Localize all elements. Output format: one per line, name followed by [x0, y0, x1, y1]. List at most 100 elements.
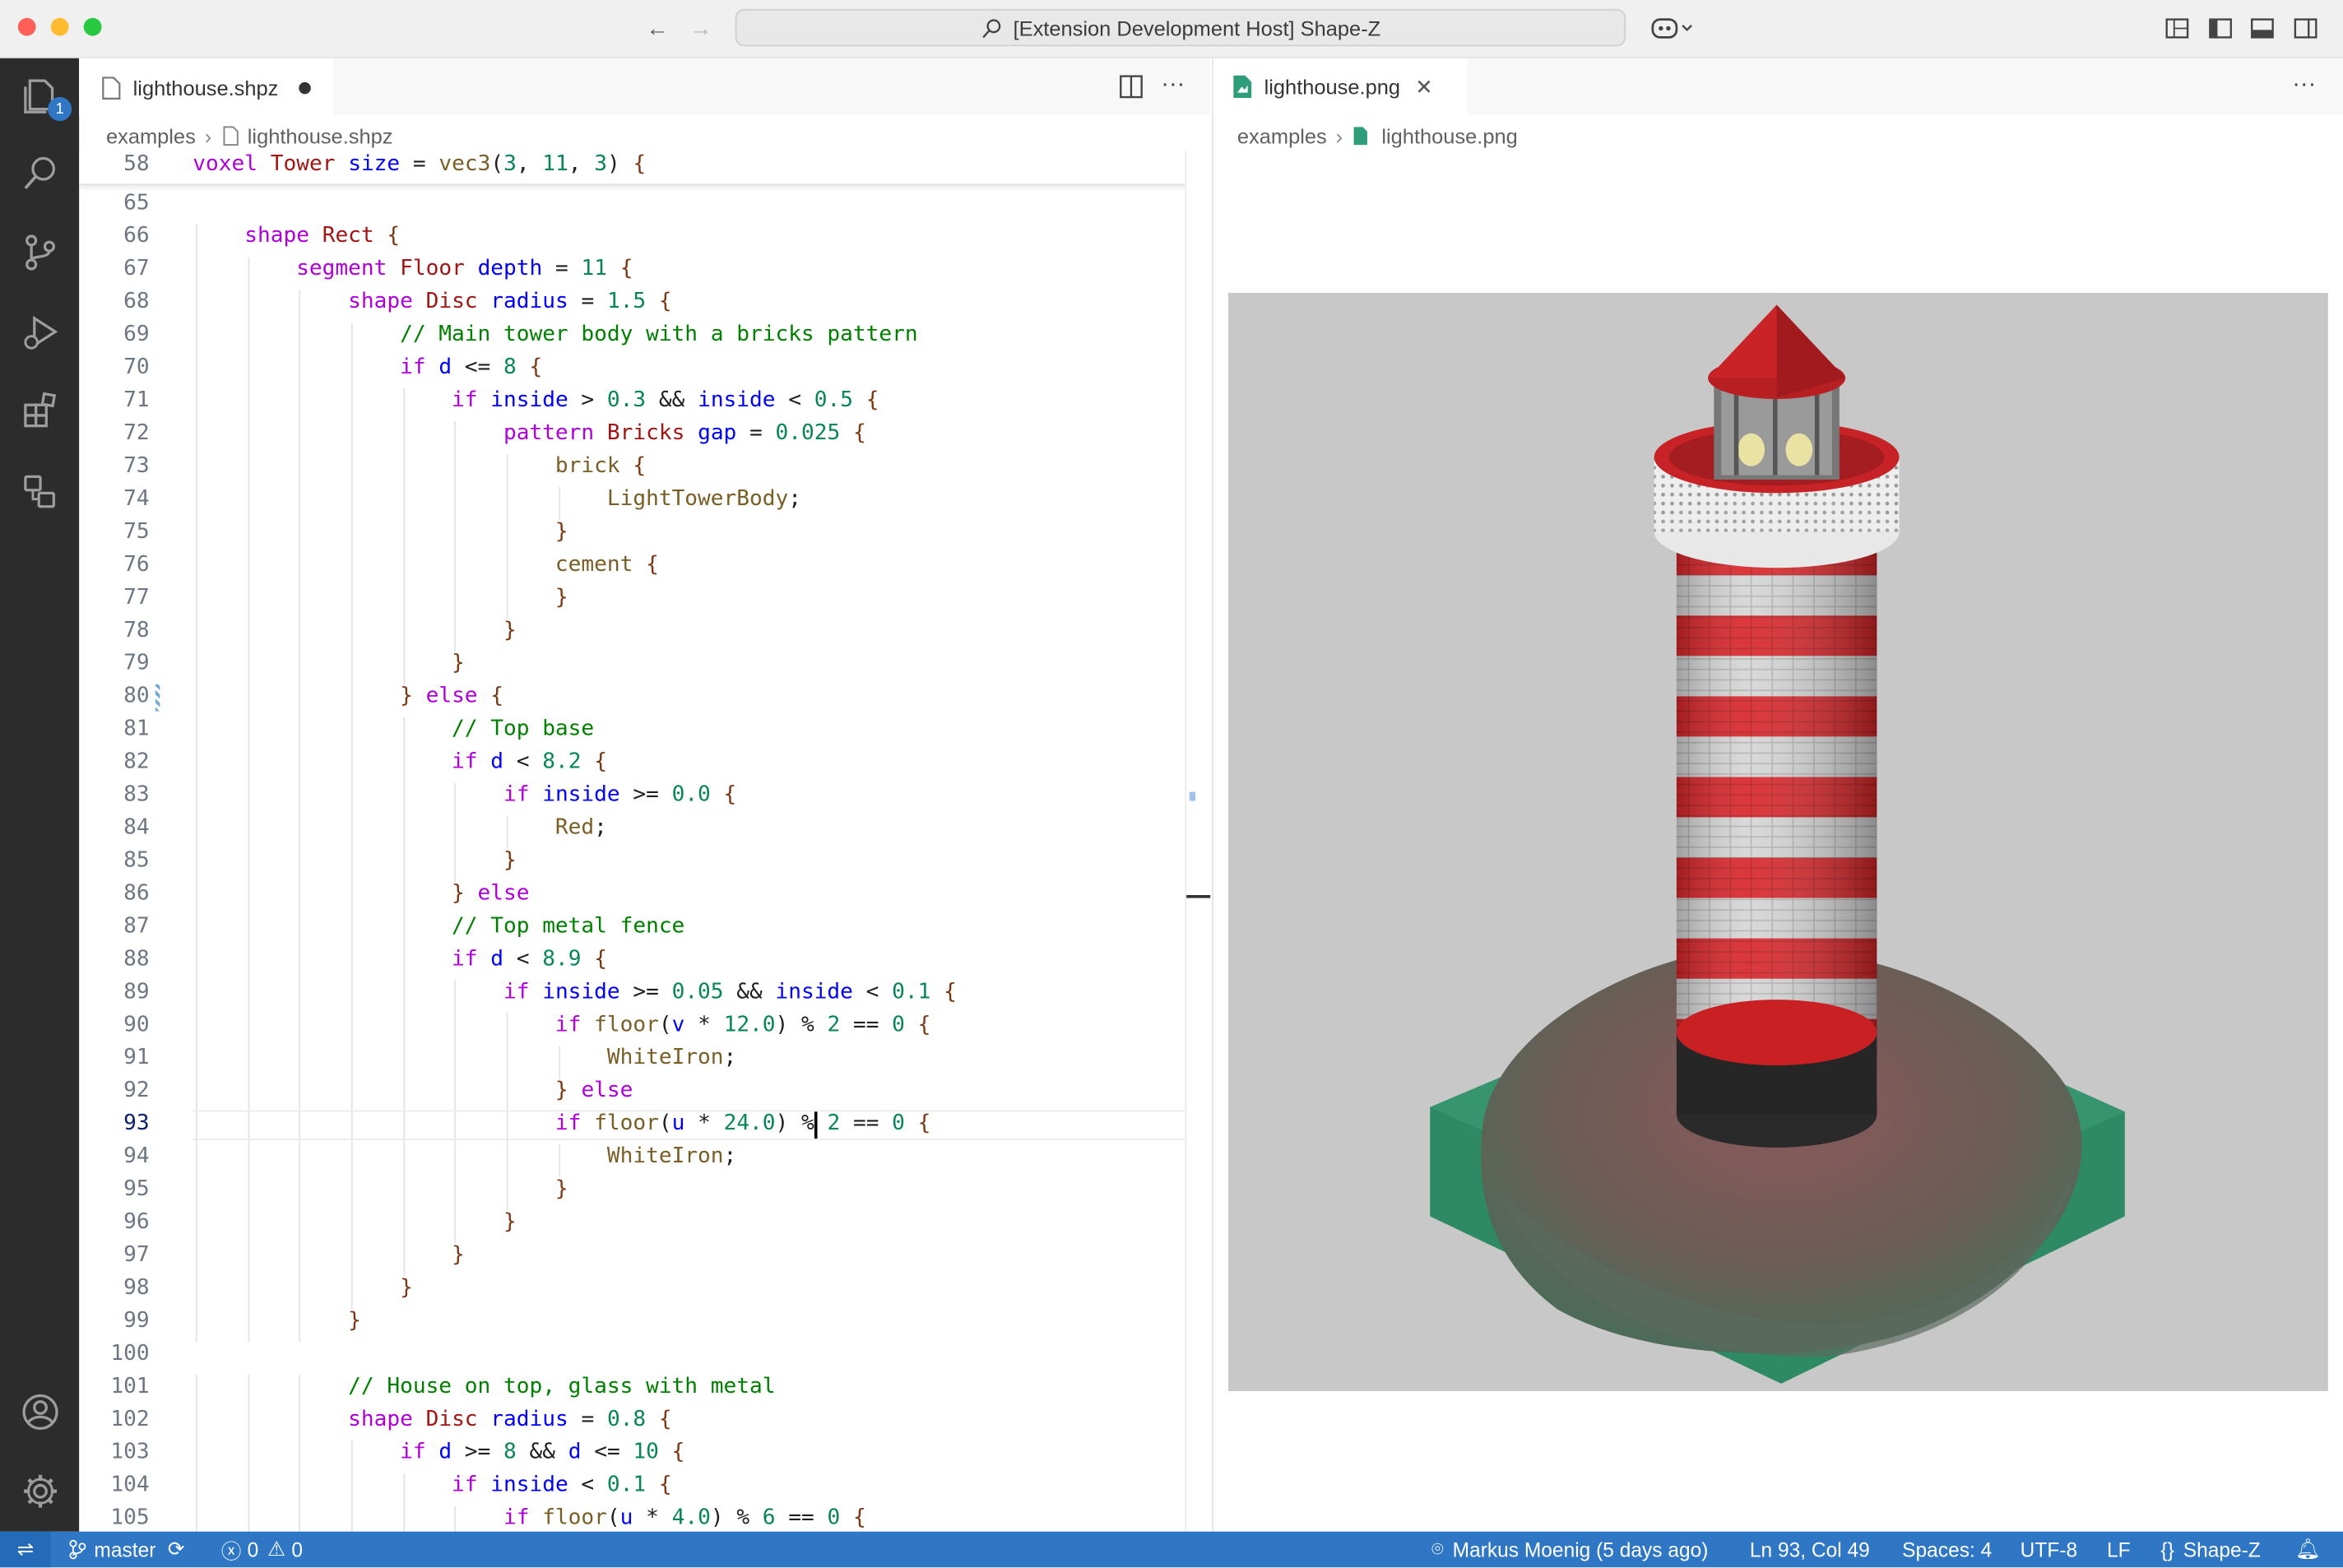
branch-name: master — [94, 1538, 156, 1561]
breadcrumb-file[interactable]: lighthouse.shpz — [248, 124, 393, 148]
tab-lighthouse-png[interactable]: lighthouse.png ✕ — [1213, 58, 1468, 115]
code-line[interactable]: LightTowerBody; — [193, 487, 801, 511]
error-count: 0 — [247, 1538, 259, 1561]
minimize-window-button[interactable] — [50, 17, 69, 36]
code-line[interactable]: cement { — [193, 553, 659, 577]
tab-lighthouse-shpz[interactable]: lighthouse.shpz — [79, 58, 334, 115]
code-line[interactable]: if inside >= 0.05 && inside < 0.1 { — [193, 981, 957, 1004]
braces-icon: {} — [2160, 1538, 2174, 1561]
toggle-panel-icon[interactable] — [2248, 13, 2277, 43]
breadcrumb-folder[interactable]: examples — [1237, 124, 1327, 148]
code-line[interactable]: } — [193, 520, 568, 544]
line-number: 77 — [123, 586, 150, 610]
line-number: 90 — [123, 1013, 150, 1037]
sync-icon[interactable]: ⟳ — [168, 1538, 185, 1561]
code-line[interactable]: if floor(u * 4.0) % 6 == 0 { — [193, 1506, 866, 1530]
code-line[interactable]: if d < 8.2 { — [193, 750, 607, 774]
breadcrumb-file[interactable]: lighthouse.png — [1381, 124, 1517, 148]
code-line[interactable]: brick { — [193, 454, 646, 478]
code-line[interactable]: } — [193, 1276, 413, 1300]
file-icon — [102, 77, 121, 100]
line-number: 93 — [123, 1111, 150, 1136]
line-number: 71 — [123, 388, 150, 413]
code-line[interactable]: } else — [193, 1079, 633, 1102]
editor-scrollbar[interactable] — [1185, 151, 1212, 1532]
more-actions-icon[interactable]: ··· — [2290, 70, 2319, 100]
close-window-button[interactable] — [17, 17, 36, 36]
code-line[interactable]: } — [193, 1177, 568, 1201]
command-center[interactable]: [Extension Development Host] Shape-Z — [735, 8, 1626, 47]
line-number: 94 — [123, 1144, 150, 1169]
back-arrow-icon[interactable]: ← — [643, 13, 672, 43]
code-line[interactable]: shape Rect { — [193, 224, 400, 248]
line-number: 75 — [123, 520, 150, 545]
close-tab-icon[interactable]: ✕ — [1415, 74, 1432, 100]
code-line[interactable]: WhiteIron; — [193, 1046, 736, 1069]
code-line[interactable]: if floor(v * 12.0) % 2 == 0 { — [193, 1013, 930, 1037]
code-line[interactable]: if inside < 0.1 { — [193, 1473, 672, 1497]
status-bar: ⇌ master ⟳ ⓧ 0 ⚠ 0 ⌾ Markus Moenig (5 da… — [0, 1531, 2343, 1568]
encoding[interactable]: UTF-8 — [2021, 1532, 2077, 1568]
copilot-icon[interactable] — [1647, 13, 1698, 43]
problems-indicator[interactable]: ⓧ 0 ⚠ 0 — [221, 1532, 303, 1568]
extensions-icon[interactable] — [18, 388, 63, 433]
code-line[interactable]: } — [193, 652, 465, 675]
dirty-diff-marker[interactable] — [155, 684, 160, 712]
code-line[interactable]: // Top base — [193, 717, 594, 741]
code-line[interactable]: if floor(u * 24.0) % 2 == 0 { — [193, 1111, 930, 1135]
code-line[interactable]: } else { — [193, 684, 503, 708]
end-of-line[interactable]: LF — [2107, 1532, 2131, 1568]
code-line[interactable]: pattern Bricks gap = 0.025 { — [193, 421, 866, 445]
run-debug-icon[interactable] — [18, 309, 63, 354]
code-line[interactable]: shape Disc radius = 1.5 { — [193, 290, 672, 313]
notifications-bell-icon[interactable]: 🔔︎ — [2295, 1532, 2321, 1568]
code-line[interactable]: Red; — [193, 816, 607, 840]
code-line[interactable]: // House on top, glass with metal — [193, 1375, 775, 1399]
maximize-window-button[interactable] — [83, 17, 102, 36]
indentation[interactable]: Spaces: 4 — [1902, 1532, 1992, 1568]
code-line[interactable]: shape Disc radius = 0.8 { — [193, 1408, 672, 1431]
code-line[interactable]: } — [193, 1309, 361, 1333]
code-line[interactable]: // Main tower body with a bricks pattern — [193, 322, 917, 346]
line-number: 96 — [123, 1210, 150, 1235]
breadcrumb-folder[interactable]: examples — [106, 124, 196, 148]
source-control-icon[interactable] — [18, 230, 63, 275]
git-blame[interactable]: ⌾ Markus Moenig (5 days ago) — [1431, 1532, 1708, 1568]
code-line[interactable]: if d >= 8 && d <= 10 { — [193, 1440, 684, 1464]
language-mode[interactable]: {} Shape-Z — [2160, 1532, 2260, 1568]
branch-indicator[interactable]: master ⟳ — [69, 1532, 185, 1568]
forward-arrow-icon[interactable]: → — [686, 13, 716, 43]
code-line[interactable]: if d <= 8 { — [193, 355, 542, 379]
toggle-secondary-sidebar-icon[interactable] — [2290, 13, 2320, 43]
code-line[interactable]: } — [193, 1243, 465, 1267]
code-line[interactable]: segment Floor depth = 11 { — [193, 257, 633, 281]
toggle-primary-sidebar-icon[interactable] — [2206, 13, 2235, 43]
customize-layout-icon[interactable] — [2162, 13, 2192, 43]
code-line[interactable]: if inside >= 0.0 { — [193, 783, 736, 807]
more-actions-icon[interactable]: ··· — [1158, 70, 1188, 100]
code-line[interactable]: } else — [193, 882, 529, 906]
code-line[interactable]: if inside > 0.3 && inside < 0.5 { — [193, 388, 879, 412]
code-editor[interactable]: 58 voxel Tower size = vec3(3, 11, 3) {65 6… — [79, 151, 1185, 1532]
code-line[interactable]: WhiteIron; — [193, 1144, 736, 1168]
accounts-icon[interactable] — [18, 1389, 63, 1434]
code-line[interactable]: } — [193, 586, 568, 610]
sticky-scroll-header[interactable]: 58 voxel Tower size = vec3(3, 11, 3) { — [79, 151, 1185, 186]
split-editor-icon[interactable] — [1116, 72, 1146, 101]
manage-gear-icon[interactable] — [18, 1468, 63, 1513]
line-number: 58 — [123, 152, 150, 177]
cursor-position[interactable]: Ln 93, Col 49 — [1750, 1532, 1870, 1568]
remote-explorer-icon[interactable] — [18, 469, 63, 513]
left-tab-bar: lighthouse.shpz ··· — [79, 58, 1211, 115]
search-icon — [982, 18, 1001, 38]
code-line[interactable]: } — [193, 619, 517, 643]
unsaved-dot-icon[interactable] — [299, 81, 312, 95]
code-line[interactable]: } — [193, 849, 517, 873]
explorer-icon[interactable]: 1 — [18, 73, 72, 122]
search-view-icon[interactable] — [18, 151, 63, 195]
error-icon: ⓧ — [220, 1540, 242, 1563]
code-line[interactable]: // Top metal fence — [193, 915, 684, 939]
code-line[interactable]: if d < 8.9 { — [193, 948, 607, 972]
remote-indicator-icon[interactable]: ⇌ — [0, 1531, 51, 1568]
code-line[interactable]: } — [193, 1210, 517, 1234]
